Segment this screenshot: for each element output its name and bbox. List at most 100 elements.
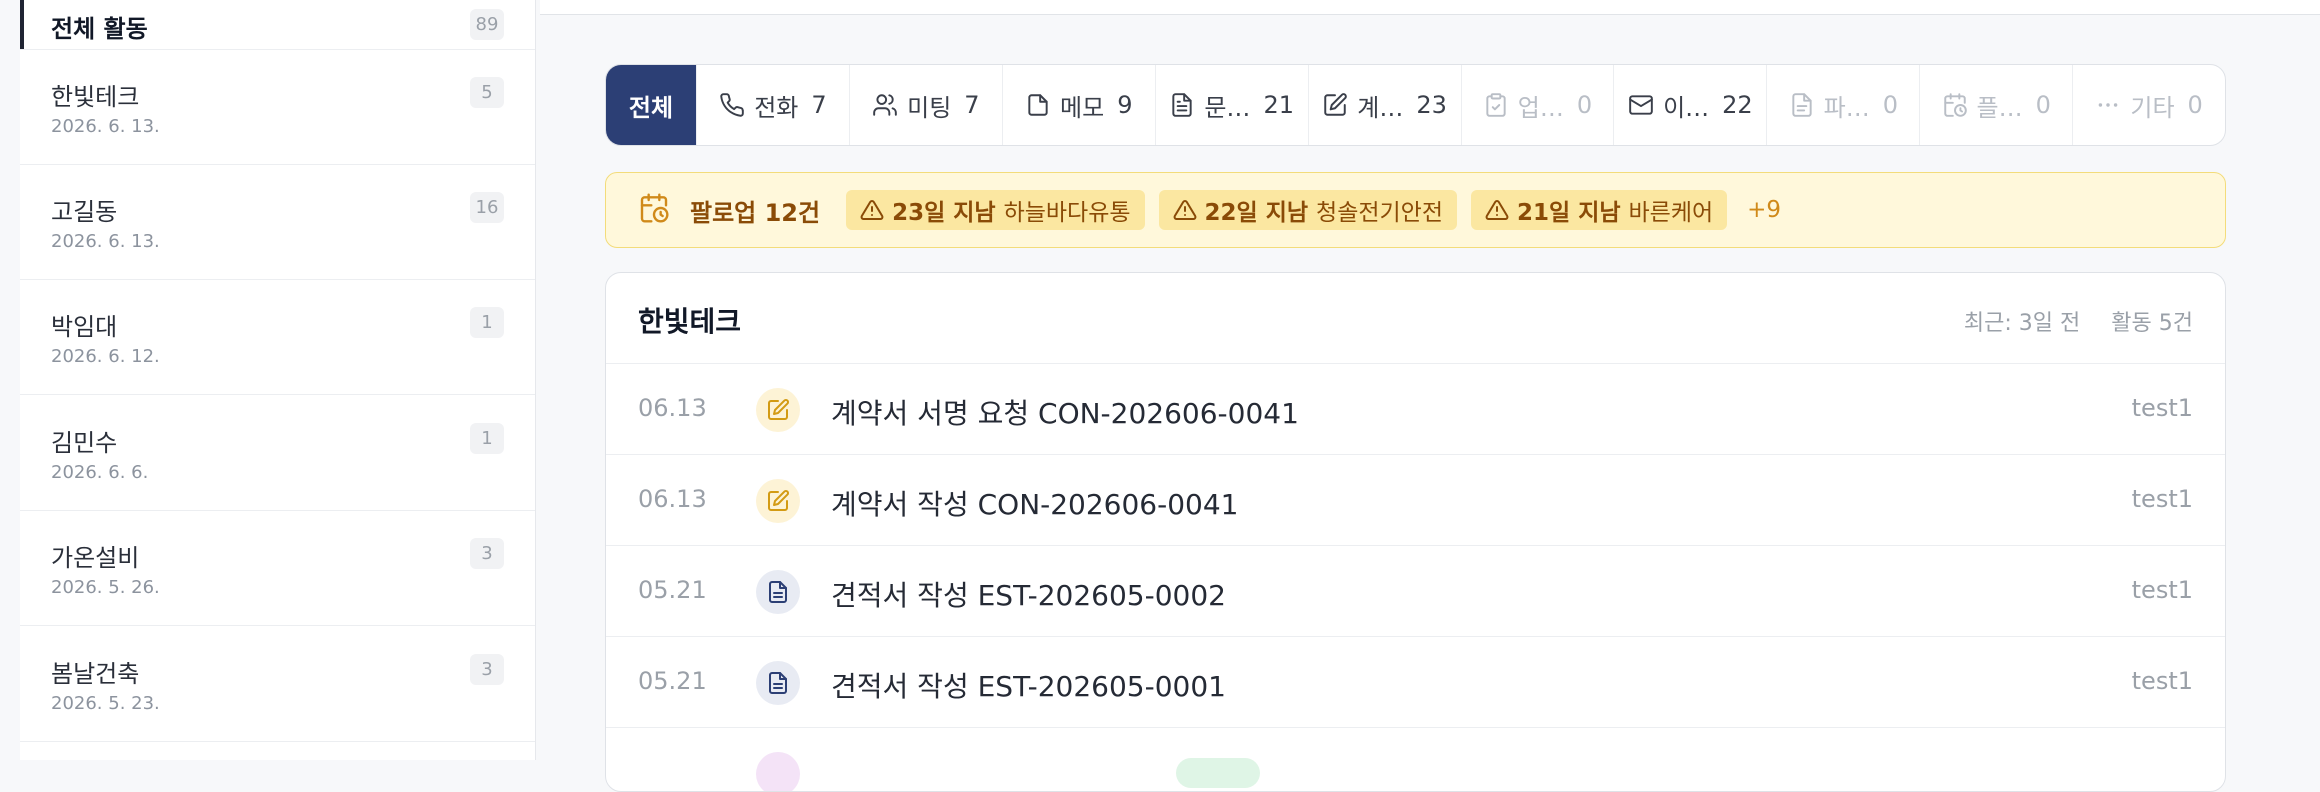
activity-card-header: 한빛테크 최근: 3일 전 활동 5건 (606, 273, 2225, 364)
document-icon (1172, 93, 1192, 117)
calendar-clock-icon (638, 192, 670, 228)
followup-chip[interactable]: 23일 지남 하늘바다유통 (846, 190, 1145, 230)
sidebar-item-label: 박임대 (51, 313, 118, 341)
tab-label: 플… (1976, 93, 2023, 122)
tab-all[interactable]: 전체 (606, 65, 696, 145)
sidebar-item-count: 3 (470, 654, 504, 685)
sidebar-item-customer[interactable]: 고길동 2026. 6. 13. 16 (20, 165, 535, 280)
sidebar-item-label: 가온설비 (51, 544, 140, 572)
sidebar-item-count: 16 (470, 192, 504, 223)
followup-company: 청솔전기안전 (1316, 200, 1444, 226)
tab-label: 메모 (1060, 93, 1105, 122)
sidebar-item-date: 2026. 5. 23. (51, 693, 160, 714)
tab-label: 파… (1823, 93, 1870, 122)
followup-chip[interactable]: 21일 지남 바른케어 (1471, 190, 1728, 230)
warning-icon (1173, 199, 1196, 220)
activity-user: test1 (2131, 394, 2193, 422)
activity-text: 계약서 서명 요청 CON-202606-0041 (831, 397, 1299, 430)
followup-title: 팔로업 12건 (690, 198, 821, 227)
sidebar-item-count: 3 (470, 538, 504, 569)
tab-other[interactable]: 기타 0 (2072, 65, 2225, 145)
file-icon (1791, 93, 1812, 117)
activity-type-icon (756, 752, 800, 791)
document-icon (756, 570, 800, 614)
tab-label: 업… (1517, 93, 1564, 122)
sidebar-item-label: 전체 활동 (51, 15, 148, 43)
tab-count: 0 (2035, 91, 2051, 119)
activity-text: 견적서 작성 EST-202605-0001 (831, 670, 1226, 703)
followup-days: 23일 지남 (892, 200, 996, 226)
tab-label: 기타 (2130, 93, 2175, 122)
activity-count: 활동 5건 (2111, 311, 2193, 336)
tab-count: 22 (1722, 91, 1753, 119)
sidebar-item-date: 2026. 6. 12. (51, 346, 160, 367)
activity-row[interactable]: 05.21 견적서 작성 EST-202605-0001 test1 (606, 637, 2225, 728)
tab-count: 0 (1882, 91, 1898, 119)
followup-chip[interactable]: 22일 지남 청솔전기안전 (1158, 190, 1458, 230)
sidebar-item-count: 89 (470, 9, 504, 40)
users-icon (873, 94, 897, 116)
sidebar-item-date: 2026. 6. 13. (51, 231, 160, 252)
activity-card: 한빛테크 최근: 3일 전 활동 5건 06.13 계약서 서명 요청 CON-… (605, 272, 2226, 792)
warning-icon (860, 199, 884, 220)
tab-phone[interactable]: 전화 7 (696, 65, 849, 145)
contract-icon (756, 388, 800, 432)
contract-icon (1324, 93, 1348, 116)
tab-document[interactable]: 문… 21 (1154, 65, 1308, 145)
contract-icon (756, 479, 800, 523)
activity-type-tabs: 전체 전화 7 미팅 7 메모 9 문… 21 계… 23 업… 0 이… 22… (605, 64, 2226, 146)
activity-card-meta: 최근: 3일 전 활동 5건 (1964, 305, 2193, 337)
warning-icon (1485, 199, 1509, 220)
sidebar-item-date: 2026. 6. 6. (51, 462, 149, 483)
followup-more-link[interactable]: +9 (1747, 197, 1781, 223)
activity-date: 05.21 (638, 667, 707, 695)
status-badge (1176, 758, 1260, 788)
sidebar-item-date: 2026. 5. 26. (51, 577, 160, 598)
sidebar-item-label: 김민수 (51, 429, 118, 457)
followup-company: 하늘바다유통 (1003, 200, 1131, 226)
top-panel-edge (540, 0, 2320, 15)
sidebar-item-customer[interactable]: 가온설비 2026. 5. 26. 3 (20, 511, 535, 626)
followup-banner: 팔로업 12건 23일 지남 하늘바다유통 22일 지남 청솔전기안전 21일 … (605, 172, 2226, 248)
activity-row[interactable]: 05.21 견적서 작성 EST-202605-0002 test1 (606, 546, 2225, 637)
calendar-clock-icon (1943, 93, 1967, 117)
activity-user: test1 (2131, 576, 2193, 604)
tab-email[interactable]: 이… 22 (1613, 65, 1766, 145)
activity-row[interactable]: 06.13 계약서 작성 CON-202606-0041 test1 (606, 455, 2225, 546)
tab-memo[interactable]: 메모 9 (1001, 65, 1155, 145)
phone-icon (720, 93, 745, 117)
customer-sidebar: 전체 활동 89 한빛테크 2026. 6. 13. 5 고길동 2026. 6… (20, 0, 536, 760)
activity-row-partial[interactable] (606, 728, 2225, 791)
tab-count: 21 (1263, 91, 1294, 119)
clipboard-icon (1486, 93, 1506, 117)
tab-count: 0 (1576, 91, 1593, 119)
tab-meeting[interactable]: 미팅 7 (848, 65, 1002, 145)
sidebar-item-customer[interactable]: 김민수 2026. 6. 6. 1 (20, 396, 535, 511)
followup-days: 22일 지남 (1204, 200, 1309, 226)
activity-user: test1 (2131, 667, 2193, 695)
sidebar-item-all[interactable]: 전체 활동 89 (20, 0, 535, 50)
more-icon (2099, 103, 2118, 107)
document-icon (756, 661, 800, 705)
tab-count: 9 (1117, 91, 1133, 119)
tab-contract[interactable]: 계… 23 (1307, 65, 1461, 145)
sidebar-item-customer[interactable]: 한빛테크 2026. 6. 13. 5 (20, 50, 535, 165)
activity-user: test1 (2131, 485, 2193, 513)
mail-icon (1629, 95, 1653, 115)
tab-label: 문… (1204, 93, 1251, 122)
tab-file[interactable]: 파… 0 (1766, 65, 1919, 145)
tab-followup[interactable]: 플… 0 (1919, 65, 2072, 145)
sidebar-item-label: 고길동 (51, 198, 118, 226)
activity-text: 계약서 작성 CON-202606-0041 (831, 488, 1239, 521)
tab-task[interactable]: 업… 0 (1460, 65, 1614, 145)
recent-activity: 최근: 3일 전 (1963, 311, 2081, 336)
sidebar-item-customer[interactable]: 봄날건축 2026. 5. 23. 3 (20, 627, 535, 742)
tab-label: 계… (1357, 93, 1404, 122)
activity-text: 견적서 작성 EST-202605-0002 (831, 579, 1226, 612)
followup-days: 21일 지남 (1517, 200, 1621, 226)
sidebar-item-count: 5 (470, 77, 504, 108)
sidebar-item-customer[interactable]: 박임대 2026. 6. 12. 1 (20, 280, 535, 395)
sidebar-item-label: 봄날건축 (51, 660, 140, 688)
activity-row[interactable]: 06.13 계약서 서명 요청 CON-202606-0041 test1 (606, 364, 2225, 455)
sidebar-item-label: 한빛테크 (51, 83, 140, 111)
